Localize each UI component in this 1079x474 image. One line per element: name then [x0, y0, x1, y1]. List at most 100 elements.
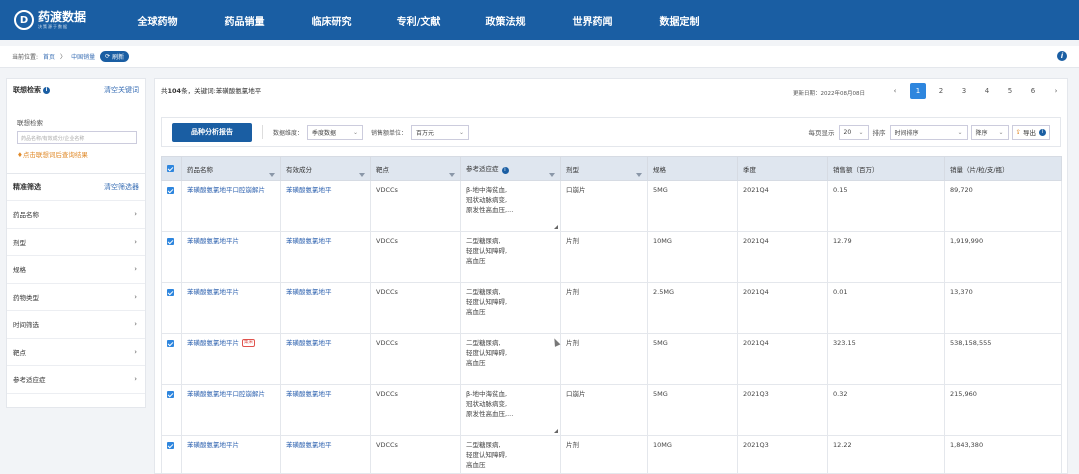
nav-item-2[interactable]: 临床研究 — [288, 13, 375, 28]
column-header[interactable]: 销量（片/粒/支/瓶） — [944, 156, 1062, 181]
clear-filters-link[interactable]: 清空筛选器 — [104, 182, 139, 192]
ingredient-link[interactable]: 苯磺酸氨氯地平 — [280, 231, 371, 283]
filter-icon[interactable] — [636, 173, 642, 177]
help-icon[interactable]: i — [43, 86, 50, 94]
variety-analysis-report-button[interactable]: 品种分析报告 — [172, 122, 252, 142]
next-page-button[interactable]: › — [1048, 83, 1064, 99]
table-row[interactable]: 苯磺酸氨氯地平片 集采 苯磺酸氨氯地平 VDCCs 二型糖尿病, 轻度认知障碍, 高血压 片剂… — [161, 333, 1062, 385]
indication-line: 二型糖尿病, — [466, 339, 501, 347]
page-button[interactable]: 1 — [910, 83, 926, 99]
select-all-checkbox[interactable] — [161, 156, 182, 181]
nav-item-4[interactable]: 政策法规 — [462, 13, 549, 28]
column-header[interactable]: 规格 — [647, 156, 738, 181]
column-header-label: 剂型 — [566, 165, 579, 174]
spec-cell: 10MG — [647, 435, 738, 474]
row-checkbox[interactable] — [161, 180, 182, 232]
filter-item[interactable]: 药物类型 › — [7, 284, 145, 311]
ingredient-link[interactable]: 苯磺酸氨氯地平 — [280, 282, 371, 334]
unit-select[interactable]: 百万元 ⌄ — [411, 124, 470, 140]
clear-keywords-link[interactable]: 清空关键词 — [104, 85, 139, 95]
breadcrumb-current[interactable]: 中国销量 — [71, 52, 95, 61]
row-checkbox[interactable] — [161, 333, 182, 385]
column-header[interactable]: 靶点 — [370, 156, 461, 181]
info-icon[interactable]: i — [1057, 51, 1067, 61]
ingredient-link[interactable]: 苯磺酸氨氯地平 — [280, 384, 371, 436]
brand-logo[interactable]: D 药渡数据 决策源于数据 — [14, 10, 114, 30]
nav-item-0[interactable]: 全球药物 — [114, 13, 201, 28]
drug-name-link[interactable]: 苯磺酸氨氯地平口腔崩解片 — [181, 384, 281, 436]
export-button[interactable]: ⇪ 导出 i — [1011, 124, 1050, 140]
filter-item[interactable]: 参考适应症 › — [7, 366, 145, 394]
indication-line: β-地中海贫血, — [466, 390, 508, 398]
table-row[interactable]: 苯磺酸氨氯地平片 苯磺酸氨氯地平 VDCCs 二型糖尿病, 轻度认知障碍, 高血压 片剂 10… — [161, 231, 1062, 283]
dosage-form-cell: 片剂 — [560, 333, 648, 385]
filter-icon[interactable] — [269, 173, 275, 177]
column-header[interactable]: 参考适应症 i — [460, 156, 561, 181]
row-checkbox[interactable] — [161, 282, 182, 334]
nav-item-3[interactable]: 专利/文献 — [375, 13, 462, 28]
page-button[interactable]: 3 — [956, 83, 972, 99]
ingredient-link[interactable]: 苯磺酸氨氯地平 — [280, 333, 371, 385]
per-page-select[interactable]: 20 ⌄ — [838, 124, 869, 140]
drug-name-link[interactable]: 苯磺酸氨氯地平片 — [181, 282, 281, 334]
filter-item[interactable]: 时间筛选 › — [7, 311, 145, 339]
drug-name-link[interactable]: 苯磺酸氨氯地平片 集采 — [181, 333, 281, 385]
column-header[interactable]: 剂型 — [560, 156, 648, 181]
row-checkbox[interactable] — [161, 435, 182, 474]
nav-item-5[interactable]: 世界药闻 — [549, 13, 636, 28]
chevron-down-icon: ⌄ — [352, 128, 359, 136]
filter-item[interactable]: 靶点 › — [7, 339, 145, 366]
breadcrumb-home[interactable]: 首页 — [43, 52, 55, 61]
sort-field-select[interactable]: 时间排序 ⌄ — [889, 124, 968, 140]
volume-cell: 1,919,990 — [944, 231, 1062, 283]
quarter-cell: 2021Q4 — [737, 333, 828, 385]
prev-page-button[interactable]: ‹ — [887, 83, 903, 99]
expand-icon[interactable] — [554, 225, 558, 229]
page-button[interactable]: 5 — [1002, 83, 1018, 99]
unit-label: 销售额单位： — [371, 129, 408, 137]
ingredient-link[interactable]: 苯磺酸氨氯地平 — [280, 435, 371, 474]
volume-cell: 13,370 — [944, 282, 1062, 334]
table-row[interactable]: 苯磺酸氨氯地平片 苯磺酸氨氯地平 VDCCs 二型糖尿病, 轻度认知障碍, 高血压 片剂 2.… — [161, 282, 1062, 334]
filter-item-label: 时间筛选 — [13, 321, 39, 330]
table-row[interactable]: 苯磺酸氨氯地平口腔崩解片 苯磺酸氨氯地平 VDCCs β-地中海贫血, 冠状动脉病变, 原… — [161, 384, 1062, 436]
filter-item[interactable]: 规格 › — [7, 256, 145, 284]
filter-item[interactable]: 剂型 › — [7, 229, 145, 256]
filter-item[interactable]: 药品名称 › — [7, 201, 145, 229]
brand-subtitle: 决策源于数据 — [38, 23, 68, 29]
table-row[interactable]: 苯磺酸氨氯地平口腔崩解片 苯磺酸氨氯地平 VDCCs β-地中海贫血, 冠状动脉病变, 原… — [161, 180, 1062, 232]
row-checkbox[interactable] — [161, 231, 182, 283]
assoc-search-input[interactable]: 药品名称/有效成分/企业名称 — [17, 131, 137, 144]
page-button[interactable]: 6 — [1025, 83, 1041, 99]
per-page-label: 每页显示 — [808, 129, 835, 137]
help-icon[interactable]: i — [1039, 128, 1046, 136]
expand-icon[interactable] — [554, 429, 558, 433]
ingredient-link[interactable]: 苯磺酸氨氯地平 — [280, 180, 371, 232]
refresh-button[interactable]: ⟳ 刷新 — [100, 51, 130, 62]
drug-name-link[interactable]: 苯磺酸氨氯地平片 — [181, 231, 281, 283]
nav-item-1[interactable]: 药品销量 — [201, 13, 288, 28]
dimension-select[interactable]: 季度数据 ⌄ — [307, 124, 364, 140]
column-header[interactable]: 药品名称 — [181, 156, 281, 181]
dosage-form-cell: 片剂 — [560, 435, 648, 474]
page-button[interactable]: 2 — [933, 83, 949, 99]
filter-icon[interactable] — [449, 173, 455, 177]
column-header[interactable]: 有效成分 — [280, 156, 371, 181]
sort-order-select[interactable]: 降序 ⌄ — [970, 124, 1009, 140]
filter-icon[interactable] — [359, 173, 365, 177]
table-row[interactable]: 苯磺酸氨氯地平片 苯磺酸氨氯地平 VDCCs 二型糖尿病, 轻度认知障碍, 高血压 片剂 10… — [161, 435, 1062, 474]
filter-header: 精准筛选 清空筛选器 — [7, 174, 145, 200]
nav-item-6[interactable]: 数据定制 — [636, 13, 723, 28]
column-header[interactable]: 销售额（百万） — [827, 156, 945, 181]
page-button[interactable]: 4 — [979, 83, 995, 99]
assoc-search-header: 联想检索 i 清空关键词 — [7, 79, 145, 101]
column-header-label: 季度 — [743, 165, 756, 174]
indication-line: 轻度认知障碍, — [466, 451, 508, 459]
drug-name-link[interactable]: 苯磺酸氨氯地平片 — [181, 435, 281, 474]
column-header[interactable]: 季度 — [737, 156, 828, 181]
row-checkbox[interactable] — [161, 384, 182, 436]
filter-icon[interactable] — [549, 173, 555, 177]
help-icon[interactable]: i — [501, 167, 509, 174]
indication-line: 冠状动脉病变, — [466, 400, 508, 408]
drug-name-link[interactable]: 苯磺酸氨氯地平口腔崩解片 — [181, 180, 281, 232]
